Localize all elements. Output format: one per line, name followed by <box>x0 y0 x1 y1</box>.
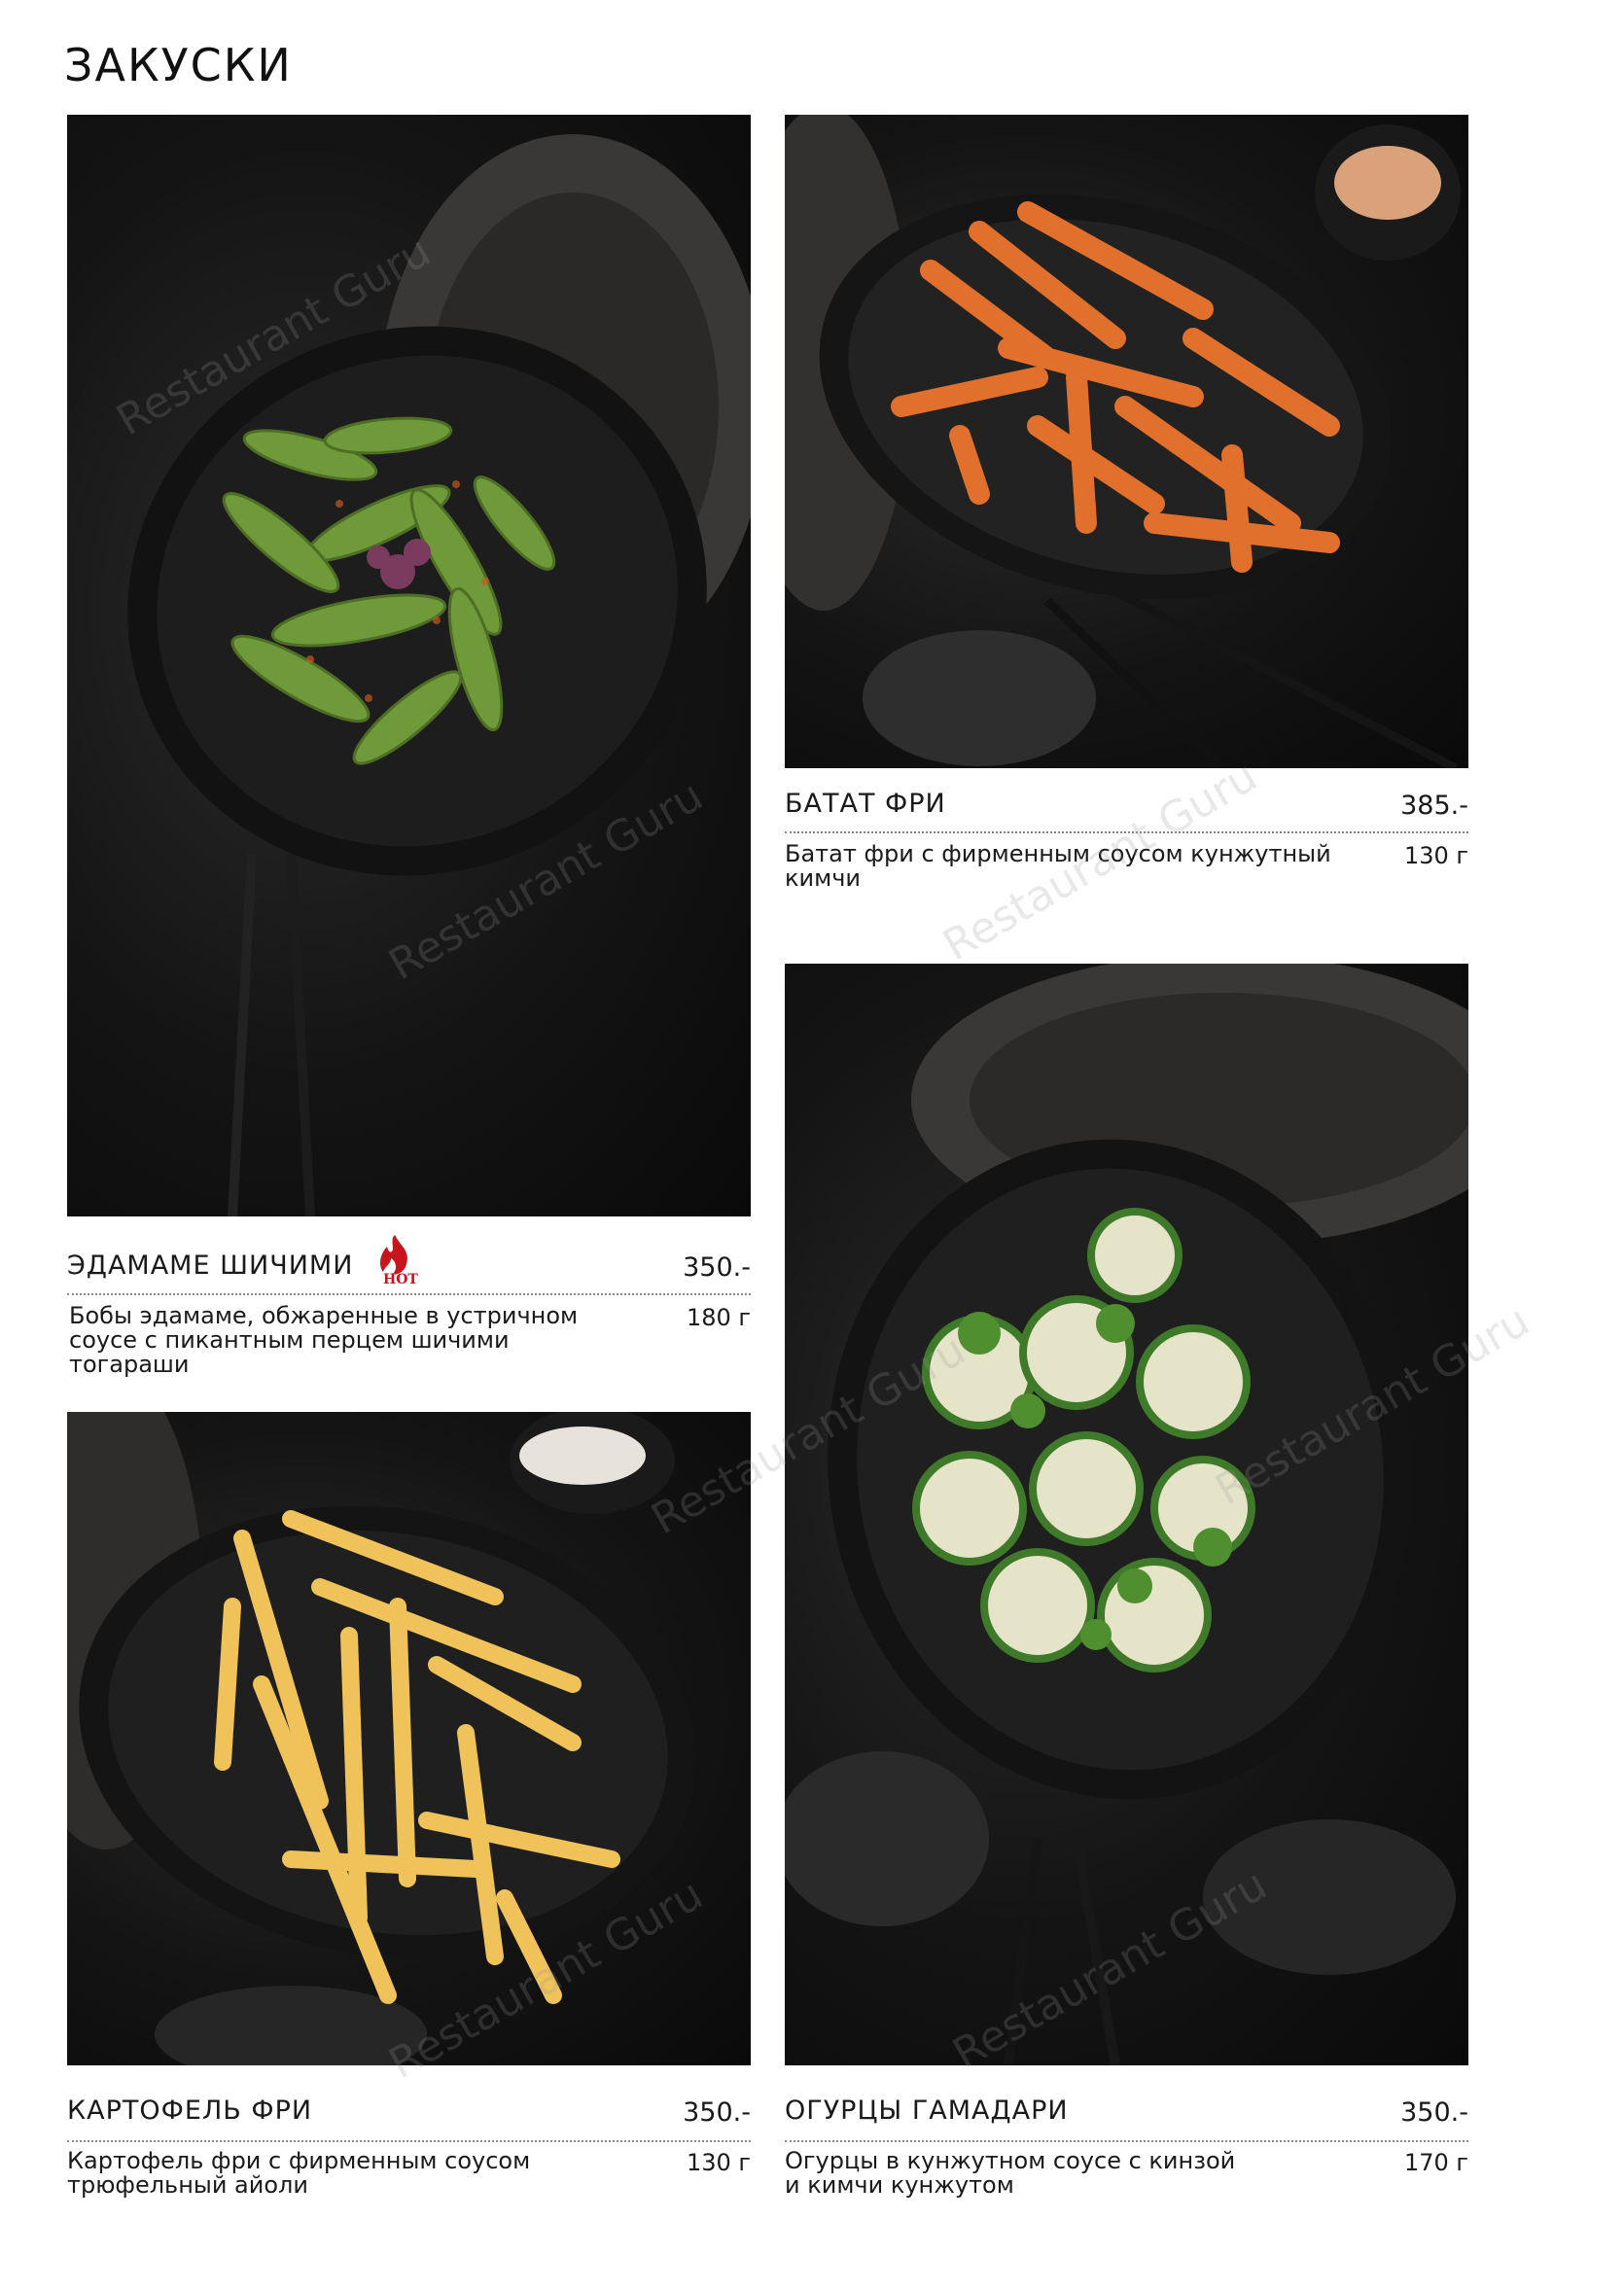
flame-icon: HOT <box>368 1231 422 1289</box>
item-desc-sweet-potato: Батат фри с фирменным соусом кунжутный к… <box>785 842 1388 891</box>
cucumber-salad-photo <box>785 964 1468 2065</box>
item-weight-french-fries: 130 г <box>686 2149 751 2176</box>
item-desc-french-fries: Картофель фри с фирменным соусом трюфель… <box>67 2149 612 2198</box>
desc-line: Огурцы в кунжутном соусе с кинзой <box>785 2147 1236 2174</box>
dotted-divider <box>785 831 1468 833</box>
hot-label: HOT <box>383 1272 418 1287</box>
item-name-cucumbers: ОГУРЦЫ ГАМАДАРИ <box>785 2096 1069 2126</box>
dotted-divider <box>67 1293 751 1295</box>
item-price-sweet-potato: 385.- <box>1400 791 1468 821</box>
desc-line: Батат фри с фирменным соусом кунжутный к… <box>785 840 1331 892</box>
dotted-divider <box>67 2140 751 2142</box>
item-price-cucumbers: 350.- <box>1400 2097 1468 2128</box>
page-title: ЗАКУСКИ <box>64 39 293 91</box>
item-price-edamame: 350.- <box>683 1252 751 1283</box>
desc-line: Картофель фри с фирменным соусом <box>67 2147 531 2174</box>
item-price-french-fries: 350.- <box>683 2097 751 2128</box>
desc-line: соусе с пикантным перцем шичими тогараши <box>69 1326 510 1378</box>
item-weight-sweet-potato: 130 г <box>1403 842 1468 869</box>
item-name-french-fries: КАРТОФЕЛЬ ФРИ <box>67 2096 313 2126</box>
desc-line: Бобы эдамаме, обжаренные в устричном <box>69 1302 579 1329</box>
item-name-edamame: ЭДАМАМЕ ШИЧИМИ <box>67 1251 354 1281</box>
desc-line: трюфельный айоли <box>67 2171 308 2199</box>
dotted-divider <box>785 2140 1468 2142</box>
item-desc-edamame: Бобы эдамаме, обжаренные в устричном соу… <box>69 1304 633 1377</box>
item-weight-cucumbers: 170 г <box>1403 2149 1468 2176</box>
desc-line: и кимчи кунжутом <box>785 2171 1014 2199</box>
item-desc-cucumbers: Огурцы в кунжутном соусе с кинзой и кимч… <box>785 2149 1329 2198</box>
sweet-potato-fries-photo <box>785 115 1468 768</box>
item-weight-edamame: 180 г <box>686 1304 751 1331</box>
french-fries-photo <box>67 1412 751 2065</box>
edamame-photo <box>67 115 751 1216</box>
item-name-sweet-potato: БАТАТ ФРИ <box>785 789 946 819</box>
